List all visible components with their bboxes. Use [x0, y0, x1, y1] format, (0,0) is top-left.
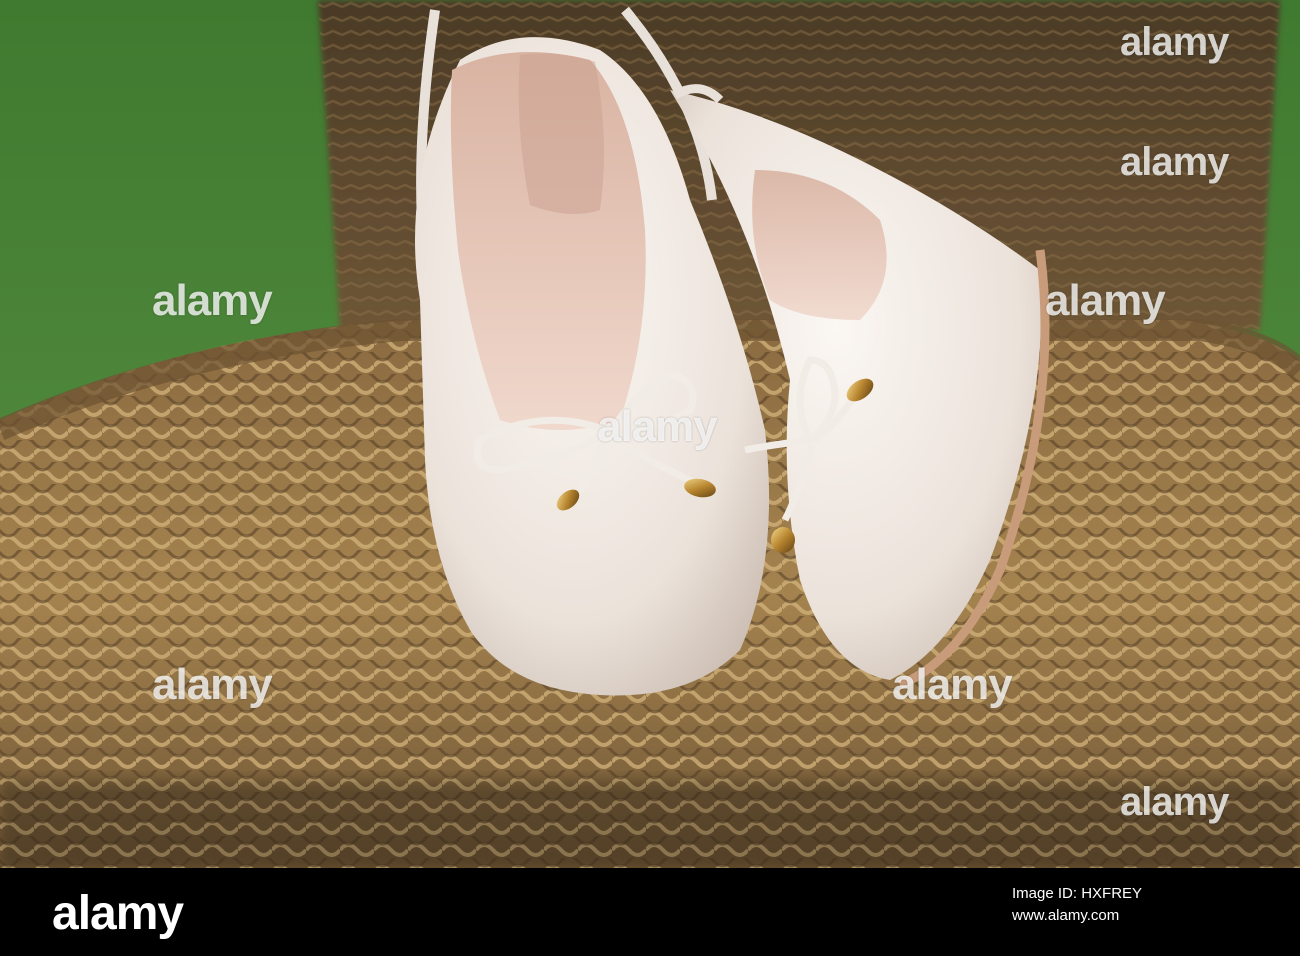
photo-illustration	[0, 0, 1300, 868]
stock-photo: alamy alamy alamy alamy alamy alamy alam…	[0, 0, 1300, 868]
alamy-logo[interactable]: alamy	[52, 886, 184, 941]
site-url-link[interactable]: www.alamy.com	[1012, 905, 1272, 927]
image-id-label: Image ID: HXFREY	[1012, 885, 1143, 902]
footer-bar: alamy Image ID: HXFREY www.alamy.com	[0, 868, 1300, 956]
footer-info: Image ID: HXFREY www.alamy.com	[1012, 883, 1272, 927]
